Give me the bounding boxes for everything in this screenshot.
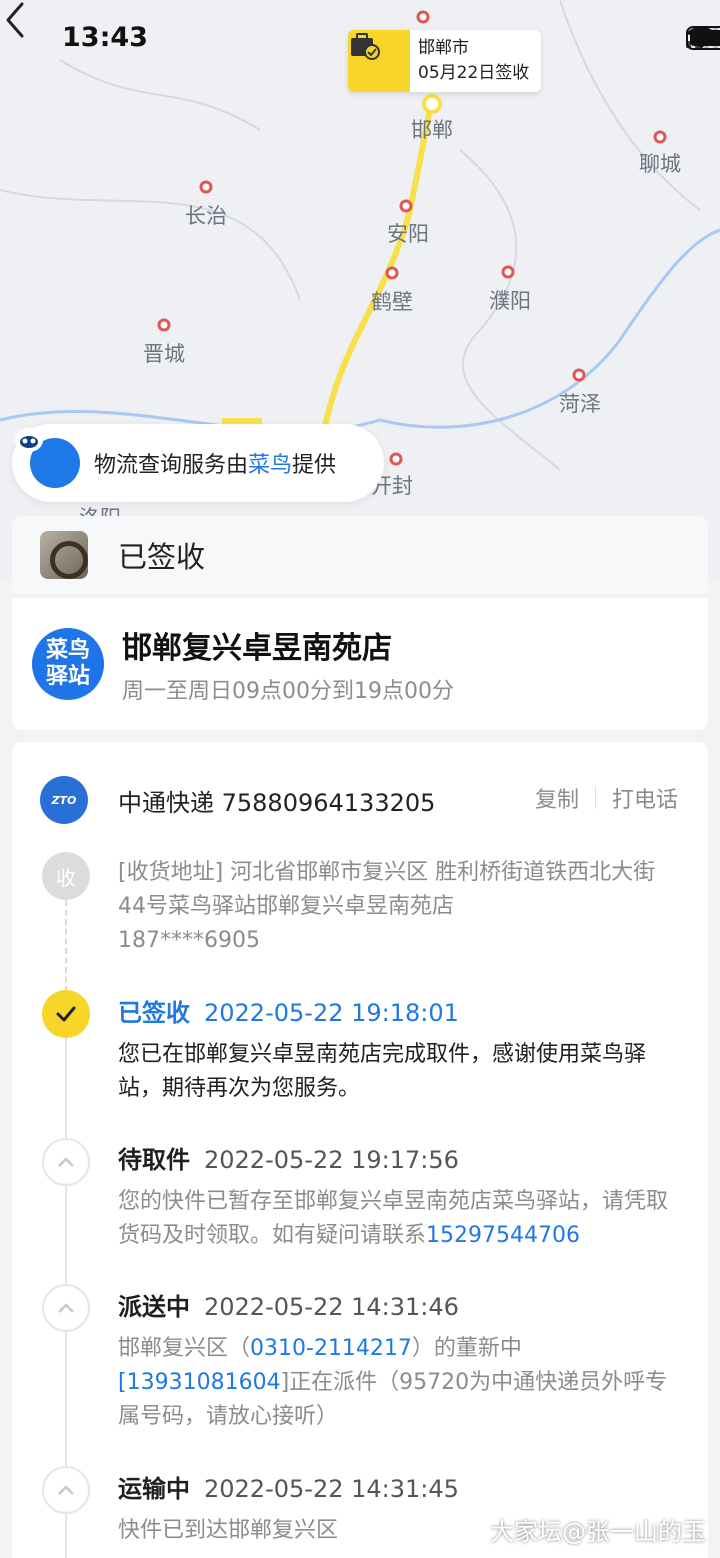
divider — [594, 787, 596, 809]
delivery-status: 已签收 — [118, 540, 206, 574]
screen: 邯郸 聊城 长治 安阳 濮阳 鹤壁 晋城 菏泽 开封 洛阳 13:43 — [0, 0, 720, 1558]
back-icon[interactable] — [0, 0, 36, 40]
receive-node: 收 — [42, 852, 90, 900]
city-label: 濮阳 — [489, 289, 531, 313]
city-label: 聊城 — [639, 152, 681, 176]
provider-banner: 物流查询服务由菜鸟提供 — [12, 424, 384, 502]
watermark: 大家坛@张一山的玉 — [490, 1518, 706, 1546]
city-dot — [399, 199, 413, 213]
city-dot — [385, 266, 399, 280]
city-label: 菏泽 — [559, 392, 601, 416]
event-time: 2022-05-22 14:31:45 — [204, 1475, 459, 1503]
chevron-up-icon[interactable] — [42, 1284, 90, 1332]
cainiao-bird-icon — [15, 428, 80, 488]
address-text: [收货地址] 河北省邯郸市复兴区 胜利桥街道铁西北大街44号菜鸟驿站邯郸复兴卓昱… — [118, 860, 656, 919]
phone-link[interactable]: 0310-2114217 — [250, 1336, 412, 1361]
event-status: 派送中 — [118, 1293, 190, 1321]
callout-city: 邯郸市 — [418, 38, 469, 58]
map-callout[interactable]: 邯郸市 05月22日签收 — [348, 30, 542, 92]
carrier-actions: 复制 打电话 — [535, 782, 678, 814]
tracking-card: ZTO 中通快递 75880964133205 复制 打电话 收 [收货地址] … — [12, 742, 708, 1558]
station-hours: 周一至周日09点00分到19点00分 — [122, 679, 454, 704]
event-time: 2022-05-22 19:17:56 — [204, 1146, 459, 1174]
battery-icon — [686, 26, 720, 50]
product-thumbnail[interactable] — [40, 531, 88, 579]
city-dot — [572, 368, 586, 382]
city-dot — [416, 10, 430, 24]
event-status: 运输中 — [118, 1475, 190, 1503]
event-status: 已签收 — [118, 999, 190, 1027]
provider-text: 物流查询服务由菜鸟提供 — [94, 453, 337, 478]
city-dot — [199, 180, 213, 194]
event-time: 2022-05-22 14:31:46 — [204, 1293, 459, 1321]
phone-link[interactable]: 13931081604 — [127, 1370, 281, 1395]
carrier-row: ZTO 中通快递 75880964133205 — [40, 776, 435, 824]
callout-date: 05月22日签收 — [418, 63, 530, 83]
chevron-up-icon[interactable] — [42, 1138, 90, 1186]
chevron-up-icon[interactable] — [42, 1466, 90, 1514]
city-label: 安阳 — [387, 222, 429, 246]
event-signed: 已签收 2022-05-22 19:18:01 您已在邯郸复兴卓昱南苑店完成取件，… — [118, 996, 678, 1106]
city-dot — [389, 452, 403, 466]
timeline-dashed — [65, 900, 67, 992]
pickup-station-card[interactable]: 菜鸟 驿站 邯郸复兴卓昱南苑店 周一至周日09点00分到19点00分 — [12, 598, 708, 730]
copy-button[interactable]: 复制 — [535, 782, 579, 814]
provider-brand-link[interactable]: 菜鸟 — [248, 453, 292, 478]
package-signed-icon — [348, 30, 410, 92]
zto-logo: ZTO — [40, 776, 88, 824]
event-delivering: 派送中 2022-05-22 14:31:46 邯郸复兴区（0310-211421… — [118, 1290, 678, 1434]
route-map[interactable]: 邯郸 聊城 长治 安阳 濮阳 鹤壁 晋城 菏泽 开封 洛阳 13:43 — [0, 0, 720, 580]
city-dot — [653, 130, 667, 144]
tracking-number: 中通快递 75880964133205 — [118, 788, 436, 817]
city-dot — [501, 265, 515, 279]
event-awaiting-pickup: 待取件 2022-05-22 19:17:56 您的快件已暂存至邯郸复兴卓昱南苑店… — [118, 1143, 678, 1253]
event-status: 待取件 — [118, 1146, 190, 1174]
route-line — [319, 97, 434, 443]
cainiao-station-logo: 菜鸟 驿站 — [32, 628, 104, 700]
city-label: 邯郸 — [411, 118, 453, 142]
delivery-status-card: 已签收 — [12, 516, 708, 594]
station-name: 邯郸复兴卓昱南苑店 — [122, 631, 392, 666]
city-label: 长治 — [185, 204, 227, 228]
status-time: 13:43 — [62, 22, 148, 53]
event-body: 邯郸复兴区（0310-2114217）的董新中[13931081604]正在派件… — [118, 1336, 668, 1429]
check-icon — [42, 990, 90, 1038]
phone-link[interactable]: 15297544706 — [426, 1223, 580, 1248]
address-entry: [收货地址] 河北省邯郸市复兴区 胜利桥街道铁西北大街44号菜鸟驿站邯郸复兴卓昱… — [118, 856, 678, 958]
call-button[interactable]: 打电话 — [612, 782, 678, 814]
city-dot — [157, 318, 171, 332]
address-phone: 187****6905 — [118, 928, 260, 953]
event-time: 2022-05-22 19:18:01 — [204, 999, 459, 1027]
event-body: 您已在邯郸复兴卓昱南苑店完成取件，感谢使用菜鸟驿站，期待再次为您服务。 — [118, 1042, 647, 1101]
city-label: 鹤壁 — [371, 290, 413, 314]
event-body: 您的快件已暂存至邯郸复兴卓昱南苑店菜鸟驿站，请凭取货码及时领取。如有疑问请联系1… — [118, 1189, 669, 1248]
city-label: 晋城 — [143, 342, 185, 366]
